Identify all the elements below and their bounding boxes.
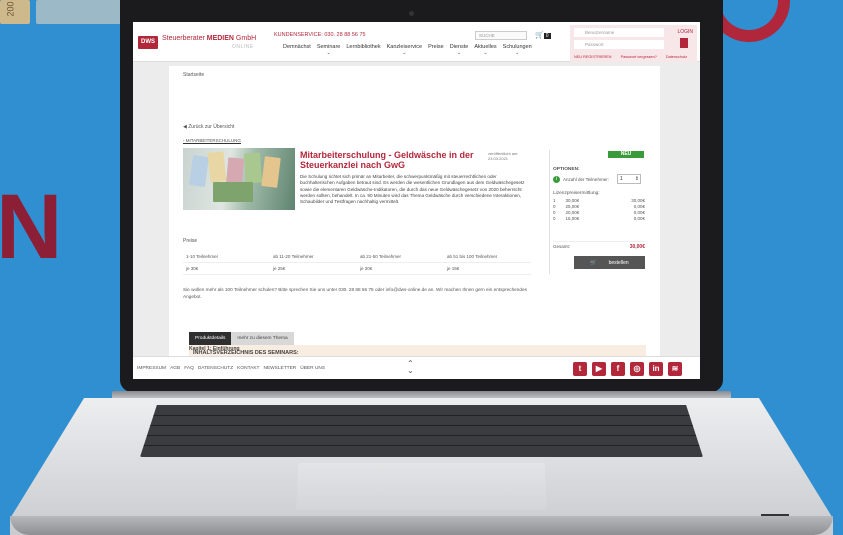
cart-icon: 🛒 [535, 32, 544, 39]
logo-box[interactable]: DWS [138, 36, 158, 49]
category-tag[interactable]: › MITARBEITERSCHULUNG [183, 138, 241, 144]
banknote-decoration: 200 [0, 0, 30, 24]
stepper-icon: ⇕ [634, 176, 639, 182]
search-input[interactable]: SUCHE [475, 31, 527, 40]
options-title: OPTIONEN: [553, 167, 580, 172]
login-panel: Benutzername Passwort LOGIN NEU REGISTRI… [570, 25, 697, 62]
product-title: Mitarbeiterschulung - Geldwäsche in der … [300, 150, 474, 170]
cart-count: 0 [543, 33, 551, 39]
footer-link-newsletter[interactable]: NEWSLETTER [263, 366, 296, 371]
license-title: Lizenzpreisermittlung: [553, 191, 600, 196]
breadcrumb[interactable]: Startseite [183, 72, 204, 78]
password-field[interactable]: Passwort [574, 40, 664, 49]
back-link[interactable]: ◀ Zurück zur Übersicht [183, 124, 234, 130]
footer-link-faq[interactable]: FAQ [184, 366, 194, 371]
nav-item-demnaechst[interactable]: Demnächst [283, 44, 311, 56]
tab-product-details[interactable]: Produktdetails [189, 332, 232, 345]
detail-tabs: Produktdetails mehr zu diesem Thema [189, 332, 294, 345]
laptop-hinge [112, 391, 731, 399]
logo-text[interactable]: Steuerberater MEDIEN GmbH [162, 35, 256, 42]
cart-button[interactable]: 🛒 0 [535, 31, 551, 39]
privacy-link[interactable]: Datenschutz [666, 55, 687, 59]
footer-links: IMPRESSUM AGB FAQ DATENSCHUTZ KONTAKT NE… [137, 366, 325, 371]
order-button[interactable]: 🛒 bestellen [574, 256, 645, 269]
toc-item: Kapitel 1: Einführung [189, 346, 240, 352]
social-links: t ▶ f ◎ in ≋ [573, 362, 682, 376]
product-description: Die Schulung richtet sich primär an Mita… [300, 174, 525, 205]
linkedin-icon[interactable]: in [649, 362, 663, 376]
facebook-icon[interactable]: f [611, 362, 625, 376]
instagram-icon[interactable]: ◎ [630, 362, 644, 376]
username-field[interactable]: Benutzername [574, 28, 664, 37]
participants-select[interactable]: 1 ⇕ [617, 174, 641, 184]
nav-item-schulungen[interactable]: Schulungen ⌄ [503, 44, 532, 56]
large-group-hint: Sie wollen mehr als 100 Teilnehmer schul… [183, 287, 527, 299]
new-badge: NEU [608, 151, 644, 158]
login-door-icon[interactable] [680, 38, 688, 48]
participants-label: i Anzahl der Teilnehmer: [553, 176, 609, 183]
chevron-down-icon: ⌄ [456, 50, 462, 56]
chevron-down-icon: ⌄ [402, 50, 407, 56]
prices-title: Preise [183, 238, 198, 244]
footer-link-kontakt[interactable]: KONTAKT [237, 366, 259, 371]
nav-item-aktuelles[interactable]: Aktuelles ⌄ [474, 44, 496, 56]
prices-table: 1-10 Teilnehmer ab 11-20 Teilnehmer ab 21-… [183, 251, 531, 275]
main-content: Startseite ◀ Zurück zur Übersicht › MITA… [169, 66, 660, 361]
login-links: NEU REGISTRIEREN Passwort vergessen? Dat… [574, 55, 687, 59]
twitter-icon[interactable]: t [573, 362, 587, 376]
published-date: veröffentlicht am: 23.03.2021 [488, 151, 519, 161]
tab-more-topics[interactable]: mehr zu diesem Thema [231, 332, 294, 345]
footer-link-datenschutz[interactable]: DATENSCHUTZ [198, 366, 233, 371]
login-label[interactable]: LOGIN [677, 29, 693, 35]
site-header: DWS Steuerberater MEDIEN GmbH ONLINE KUN… [133, 22, 700, 62]
main-nav: Demnächst Seminare ⌄ Lernbibliothek Kanzl… [283, 44, 532, 56]
nav-item-seminare[interactable]: Seminare ⌄ [317, 44, 341, 56]
total-row: Gesamt: 30,00€ [553, 241, 645, 250]
register-link[interactable]: NEU REGISTRIEREN [574, 55, 612, 59]
keyboard [140, 405, 703, 457]
nav-item-kanzleiservice[interactable]: Kanzleiservice ⌄ [387, 44, 422, 56]
prices-value-row: je 30€ je 25€ je 20€ je 15€ [183, 263, 531, 275]
background-letter: N [0, 176, 62, 278]
product-image [183, 148, 295, 210]
chevron-down-icon: ⌄ [326, 50, 331, 56]
total-value: 30,00€ [629, 244, 645, 250]
footer-link-ueber-uns[interactable]: ÜBER UNS [300, 366, 325, 371]
scroll-toggle-icon[interactable]: ⌃ ⌄ [407, 360, 414, 375]
laptop-base-edge [10, 516, 833, 535]
license-table: 1 30,00€ 30,00€ 0 25,00€ 0,00€ 0 20,00€ 0,00€ … [553, 198, 645, 222]
nav-item-preise[interactable]: Preise [428, 44, 444, 56]
youtube-icon[interactable]: ▶ [592, 362, 606, 376]
site-footer: IMPRESSUM AGB FAQ DATENSCHUTZ KONTAKT NE… [133, 356, 700, 379]
chevron-down-icon: ⌄ [515, 50, 520, 56]
rss-icon[interactable]: ≋ [668, 362, 682, 376]
prices-header-row: 1-10 Teilnehmer ab 11-20 Teilnehmer ab 21-… [183, 251, 531, 263]
trackpad [296, 463, 547, 510]
license-row: 0 15,00€ 0,00€ [553, 216, 645, 221]
laptop-screen: DWS Steuerberater MEDIEN GmbH ONLINE KUN… [133, 22, 700, 379]
footer-link-impressum[interactable]: IMPRESSUM [137, 366, 166, 371]
logo-subtitle: ONLINE [232, 44, 254, 50]
webcam [409, 11, 414, 16]
footer-link-agb[interactable]: AGB [170, 366, 180, 371]
cart-icon: 🛒 [590, 259, 597, 266]
laptop-indicator [761, 514, 789, 516]
chevron-down-icon: ⌄ [483, 50, 488, 56]
customer-service-phone[interactable]: KUNDENSERVICE: 030. 28 88 56 75 [274, 32, 366, 38]
nav-item-dienste[interactable]: Dienste ⌄ [450, 44, 469, 56]
info-icon[interactable]: i [553, 176, 560, 183]
forgot-password-link[interactable]: Passwort vergessen? [621, 55, 657, 59]
nav-item-lernbibliothek[interactable]: Lernbibliothek [346, 44, 380, 56]
